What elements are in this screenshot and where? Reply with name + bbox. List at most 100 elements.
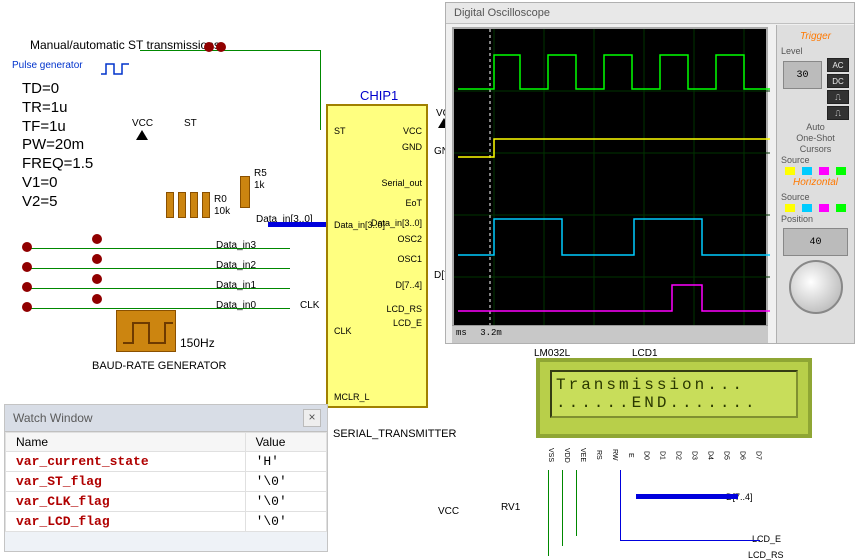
- pin-osc2: OSC2: [374, 234, 422, 244]
- scope-waveforms: [454, 29, 770, 339]
- chip-name-label: SERIAL_TRANSMITTER: [333, 428, 456, 440]
- wire: [576, 470, 577, 536]
- position-slider[interactable]: 40: [783, 228, 848, 256]
- timebase-dial[interactable]: [789, 260, 843, 314]
- var-name: var_LCD_flag: [6, 512, 246, 532]
- watch-col-name[interactable]: Name: [6, 433, 246, 452]
- wire: [140, 50, 320, 51]
- level-slider[interactable]: 30: [783, 61, 822, 89]
- close-icon[interactable]: ×: [303, 409, 321, 427]
- switch-st-a[interactable]: [204, 42, 214, 52]
- table-row[interactable]: var_LCD_flag'\0': [6, 512, 327, 532]
- baud-caption: BAUD-RATE GENERATOR: [92, 360, 226, 372]
- switch-d1-a[interactable]: [22, 282, 32, 292]
- resistor-r5[interactable]: [240, 176, 250, 208]
- var-value: '\0': [245, 472, 326, 492]
- watch-col-value[interactable]: Value: [245, 433, 326, 452]
- resistor-r0d[interactable]: [202, 192, 210, 218]
- vcc-label-3: VCC: [438, 506, 459, 517]
- lcd-pin: D0: [636, 444, 650, 466]
- lcd-pin: D1: [652, 444, 666, 466]
- pin-vcc: VCC: [374, 126, 422, 136]
- watch-window[interactable]: Watch Window × Name Value var_current_st…: [4, 404, 328, 552]
- level-label: Level: [781, 46, 850, 56]
- baud-rate-generator[interactable]: [116, 310, 176, 352]
- switch-d1-b[interactable]: [92, 274, 102, 284]
- pin-st: ST: [334, 126, 346, 136]
- watch-window-title: Watch Window ×: [5, 405, 327, 432]
- pin-osc1: OSC1: [374, 254, 422, 264]
- table-row[interactable]: var_current_state'H': [6, 452, 327, 472]
- param-v2: V2=5: [22, 193, 93, 212]
- pulse-generator-label: Pulse generator: [12, 60, 83, 71]
- param-v1: V1=0: [22, 174, 93, 193]
- lcd-pin: D2: [668, 444, 682, 466]
- lcd-e-label: LCD_E: [752, 534, 781, 544]
- resistor-r0c[interactable]: [190, 192, 198, 218]
- dc-button[interactable]: DC: [827, 74, 849, 88]
- lcd-pin: D5: [715, 444, 729, 466]
- lcd-pin: D7: [747, 444, 761, 466]
- var-name: var_CLK_flag: [6, 492, 246, 512]
- oscilloscope-screen[interactable]: [452, 27, 768, 337]
- switch-d3-a[interactable]: [22, 242, 32, 252]
- wire: [562, 470, 563, 546]
- resistor-r0b[interactable]: [178, 192, 186, 218]
- auto-button[interactable]: Auto: [781, 122, 850, 132]
- data-bus-wire: [268, 222, 326, 227]
- lcd-screen: Transmission... ......END.......: [550, 370, 798, 418]
- lcd-pin: VSS: [540, 444, 554, 466]
- pin-lcde: LCD_E: [374, 318, 422, 328]
- lcd-pin: D4: [700, 444, 714, 466]
- lcd-rs-label: LCD_RS: [748, 550, 784, 560]
- scope-status-bar: ms 3.2m: [452, 325, 768, 343]
- param-freq: FREQ=1.5: [22, 155, 93, 174]
- edge-rising-icon[interactable]: ⎍: [827, 90, 849, 104]
- r0-name: R0: [214, 194, 227, 205]
- oscilloscope-window[interactable]: Digital Oscilloscope ms 3.2m Trigger: [445, 2, 855, 344]
- switch-st-b[interactable]: [216, 42, 226, 52]
- r5-name: R5: [254, 168, 267, 179]
- switch-d0-a[interactable]: [22, 302, 32, 312]
- wire: [548, 470, 549, 556]
- position-value: 40: [809, 237, 821, 248]
- source-selector-2[interactable]: [781, 204, 850, 212]
- pin-mclr: MCLR_L: [334, 392, 370, 402]
- d74-bus-wire: [636, 494, 738, 499]
- cursors-button[interactable]: Cursors: [781, 144, 850, 154]
- wire: [30, 308, 290, 309]
- ac-button[interactable]: AC: [827, 58, 849, 72]
- watch-table: Name Value var_current_state'H' var_ST_f…: [5, 432, 327, 532]
- source-label: Source: [781, 155, 850, 165]
- source-selector[interactable]: [781, 167, 850, 175]
- lcd-pin: RW: [604, 444, 618, 466]
- wire: [320, 50, 321, 130]
- vcc-label: VCC: [132, 118, 153, 129]
- switch-d2-a[interactable]: [22, 262, 32, 272]
- table-row[interactable]: var_ST_flag'\0': [6, 472, 327, 492]
- lcd-display[interactable]: Transmission... ......END.......: [536, 358, 812, 438]
- switch-d2-b[interactable]: [92, 254, 102, 264]
- pin-serialout: Serial_out: [366, 178, 422, 188]
- baud-freq-label: 150Hz: [180, 336, 215, 350]
- oneshot-button[interactable]: One-Shot: [781, 133, 850, 143]
- var-value: '\0': [245, 512, 326, 532]
- square-wave-icon: [117, 311, 177, 353]
- position-label: Position: [781, 214, 850, 224]
- st-switch-label: ST: [184, 118, 197, 129]
- resistor-r0a[interactable]: [166, 192, 174, 218]
- param-pw: PW=20m: [22, 136, 93, 155]
- switch-d3-b[interactable]: [92, 234, 102, 244]
- wire: [620, 540, 760, 541]
- chip-title: CHIP1: [360, 88, 398, 103]
- var-value: 'H': [245, 452, 326, 472]
- param-td: TD=0: [22, 80, 93, 99]
- lcd-pin: D3: [684, 444, 698, 466]
- edge-falling-icon[interactable]: ⎍: [827, 106, 849, 120]
- data-in2-label: Data_in2: [216, 260, 256, 271]
- table-row[interactable]: var_CLK_flag'\0': [6, 492, 327, 512]
- oscilloscope-title: Digital Oscilloscope: [446, 3, 854, 24]
- lcd-line-2: ......END.......: [556, 394, 792, 412]
- switch-d0-b[interactable]: [92, 294, 102, 304]
- trigger-heading: Trigger: [781, 31, 850, 42]
